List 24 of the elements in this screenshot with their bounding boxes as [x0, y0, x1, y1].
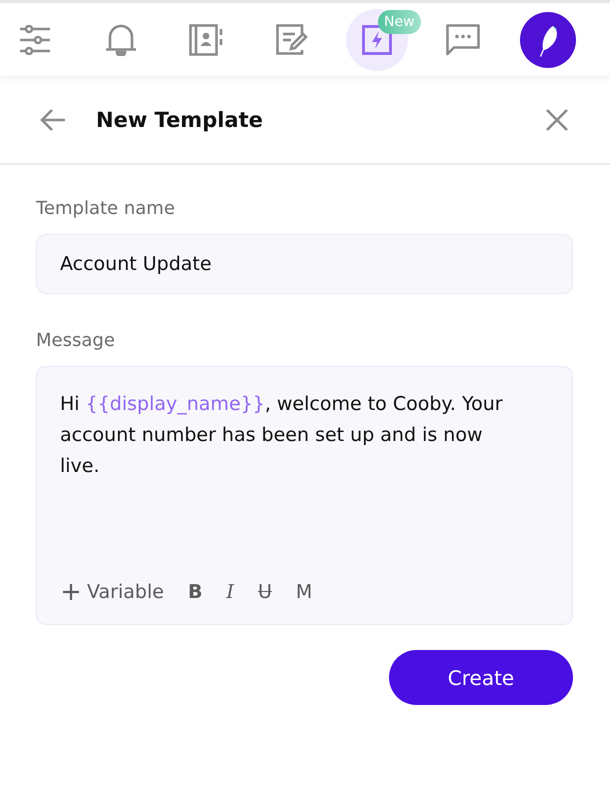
contact-book-icon — [189, 24, 223, 56]
page-title: New Template — [96, 108, 264, 132]
feather-logo-icon[interactable] — [520, 12, 576, 68]
back-button[interactable] — [40, 108, 66, 132]
message-field[interactable]: Hi {{display_name}}, welcome to Cooby. Your account number has been set up and is now live. Variable B I U M — [36, 366, 573, 625]
strikethrough-button[interactable]: U — [254, 581, 275, 603]
chat-icon — [446, 24, 480, 56]
field-label: Template name — [36, 198, 175, 219]
message-text: Hi {{display_name}}, welcome to Cooby. Your account number has been set up and is now live. — [60, 392, 504, 479]
back-arrow-icon — [40, 108, 66, 132]
plus-icon — [63, 584, 79, 600]
new-badge: New — [378, 10, 421, 34]
template-name-field[interactable]: Account Update — [36, 234, 573, 294]
sliders-icon — [19, 24, 51, 54]
close-icon — [546, 108, 568, 130]
bold-button[interactable]: B — [184, 581, 206, 603]
monospace-button[interactable]: M — [292, 581, 316, 603]
edit-note-icon — [276, 24, 308, 55]
create-button[interactable]: Create — [389, 650, 573, 705]
bell-icon — [104, 23, 136, 56]
close-button[interactable] — [546, 108, 568, 130]
add-variable-button[interactable]: Variable — [60, 581, 167, 603]
italic-button[interactable]: I — [223, 581, 237, 603]
field-label: Message — [36, 330, 115, 351]
